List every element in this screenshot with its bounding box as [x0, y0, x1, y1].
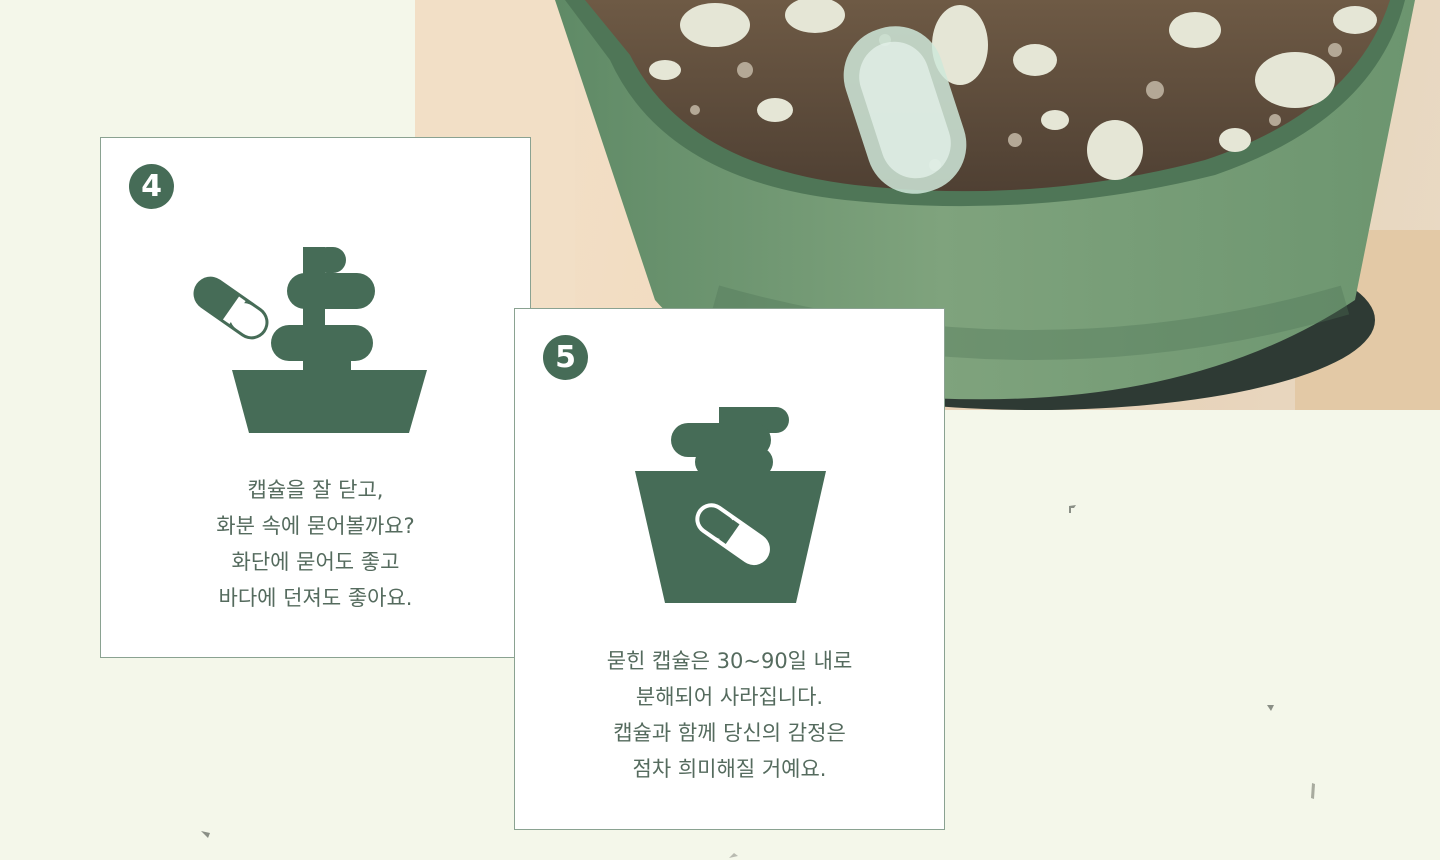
step-card-5: 5 묻힌 캡슐은 30~90일 내로 분해되어 사라집니다. 캡슐과 함께 당신…	[514, 308, 945, 830]
description-line: 캡슐과 함께 당신의 감정은	[613, 721, 846, 745]
description-line: 분해되어 사라집니다.	[635, 685, 824, 709]
leaf-fleck-icon	[201, 831, 210, 838]
description-line: 바다에 던져도 좋아요.	[218, 586, 413, 610]
leaf-fleck-icon	[1311, 783, 1315, 799]
description-line: 화단에 묻어도 좋고	[231, 550, 400, 574]
description-line: 화분 속에 묻어볼까요?	[216, 514, 415, 538]
step-number-badge: 4	[129, 164, 174, 209]
capsule-bury-icon	[191, 243, 441, 447]
description-line: 묻힌 캡슐은 30~90일 내로	[606, 649, 853, 673]
step-description: 묻힌 캡슐은 30~90일 내로 분해되어 사라집니다. 캡슐과 함께 당신의 …	[515, 643, 944, 787]
leaf-fleck-icon	[1069, 505, 1076, 513]
leaf-fleck-icon	[1267, 705, 1274, 711]
step-card-4: 4 캡슐을 잘 닫고, 화분 속에 묻어볼까요? 화단에 묻어도 좋고 바다에 …	[100, 137, 531, 658]
description-line: 캡슐을 잘 닫고,	[247, 478, 384, 502]
leaf-fleck-icon	[729, 853, 738, 858]
step-number-badge: 5	[543, 335, 588, 380]
description-line: 점차 희미해질 거예요.	[632, 757, 827, 781]
capsule-decompose-icon	[633, 405, 833, 614]
step-description: 캡슐을 잘 닫고, 화분 속에 묻어볼까요? 화단에 묻어도 좋고 바다에 던져…	[101, 472, 530, 616]
